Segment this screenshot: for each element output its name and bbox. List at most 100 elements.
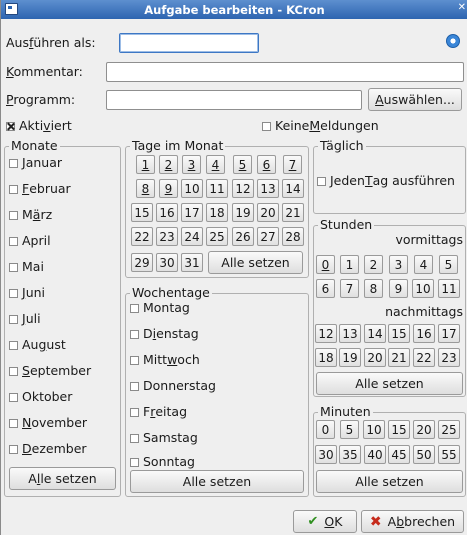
month-checkbox-september[interactable]: September bbox=[9, 363, 91, 378]
days-set-all-button[interactable]: Alle setzen bbox=[208, 251, 303, 274]
day-button[interactable]: 22 bbox=[131, 227, 153, 246]
cancel-button[interactable]: ✖ Ab brechen bbox=[361, 510, 464, 533]
day-button[interactable]: 7 bbox=[283, 155, 302, 174]
month-checkbox-august[interactable]: Au g ust bbox=[9, 337, 66, 352]
month-checkbox-october[interactable]: Oktober bbox=[9, 389, 72, 404]
hour-button[interactable]: 11 bbox=[438, 279, 460, 298]
hour-button[interactable]: 12 bbox=[315, 324, 337, 343]
browse-button[interactable]: Auswählen... bbox=[368, 88, 462, 111]
hour-button[interactable]: 19 bbox=[339, 348, 361, 367]
hours-set-all-button[interactable]: Alle setzen bbox=[316, 372, 463, 395]
day-button[interactable]: 18 bbox=[206, 203, 228, 222]
enabled-checkbox[interactable]: Akti v iert bbox=[6, 118, 72, 133]
day-button[interactable]: 19 bbox=[232, 203, 254, 222]
minute-button[interactable]: 30 bbox=[315, 445, 337, 464]
hour-button[interactable]: 3 bbox=[389, 255, 408, 274]
hour-button[interactable]: 1 bbox=[340, 255, 359, 274]
minute-button[interactable]: 15 bbox=[388, 420, 410, 439]
hour-button[interactable]: 2 bbox=[364, 255, 383, 274]
hour-button[interactable]: 15 bbox=[388, 324, 410, 343]
day-button[interactable]: 4 bbox=[206, 155, 225, 174]
minute-button[interactable]: 25 bbox=[438, 420, 460, 439]
day-button[interactable]: 21 bbox=[282, 203, 304, 222]
no-notifications-checkbox[interactable]: Keine Meldungen bbox=[262, 118, 379, 133]
hour-button[interactable]: 21 bbox=[388, 348, 410, 367]
program-input[interactable] bbox=[106, 90, 362, 110]
day-button[interactable]: 14 bbox=[282, 179, 304, 198]
hour-button[interactable]: 20 bbox=[364, 348, 386, 367]
weekday-checkbox-tuesday[interactable]: Di enstag bbox=[130, 326, 199, 341]
weekday-checkbox-wednesday[interactable]: Mitt w och bbox=[130, 352, 200, 367]
day-button[interactable]: 11 bbox=[206, 179, 228, 198]
day-button[interactable]: 20 bbox=[257, 203, 279, 222]
minute-button[interactable]: 40 bbox=[364, 445, 386, 464]
months-set-all-button[interactable]: Al le setzen bbox=[9, 467, 116, 490]
hour-button[interactable]: 0 bbox=[316, 255, 335, 274]
month-checkbox-may[interactable]: Mai bbox=[9, 259, 44, 274]
comment-input[interactable] bbox=[106, 62, 464, 82]
day-button[interactable]: 16 bbox=[156, 203, 178, 222]
minute-button[interactable]: 35 bbox=[339, 445, 361, 464]
month-checkbox-november[interactable]: November bbox=[9, 415, 87, 430]
help-icon[interactable] bbox=[446, 34, 460, 48]
hour-button[interactable]: 8 bbox=[364, 279, 383, 298]
month-checkbox-july[interactable]: Juli bbox=[9, 311, 41, 326]
hour-button[interactable]: 13 bbox=[339, 324, 361, 343]
day-button[interactable]: 8 bbox=[136, 179, 155, 198]
day-button[interactable]: 25 bbox=[206, 227, 228, 246]
day-button[interactable]: 6 bbox=[257, 155, 276, 174]
day-button[interactable]: 31 bbox=[181, 253, 203, 272]
weekday-checkbox-thursday[interactable]: Donnerstag bbox=[130, 378, 216, 393]
hour-button[interactable]: 10 bbox=[412, 279, 434, 298]
hour-button[interactable]: 14 bbox=[364, 324, 386, 343]
day-button[interactable]: 29 bbox=[131, 253, 153, 272]
day-button[interactable]: 10 bbox=[181, 179, 203, 198]
hour-button[interactable]: 5 bbox=[439, 255, 458, 274]
hour-button[interactable]: 22 bbox=[413, 348, 435, 367]
day-button[interactable]: 23 bbox=[156, 227, 178, 246]
day-button[interactable]: 9 bbox=[159, 179, 178, 198]
minutes-set-all-button[interactable]: Alle setzen bbox=[316, 470, 463, 493]
weekday-checkbox-sunday[interactable]: Sonntag bbox=[130, 454, 195, 469]
day-button[interactable]: 2 bbox=[159, 155, 178, 174]
hour-button[interactable]: 18 bbox=[315, 348, 337, 367]
minute-button[interactable]: 55 bbox=[438, 445, 460, 464]
minute-button[interactable]: 10 bbox=[363, 420, 385, 439]
day-button[interactable]: 1 bbox=[136, 155, 155, 174]
hour-button[interactable]: 7 bbox=[340, 279, 359, 298]
hour-button[interactable]: 16 bbox=[413, 324, 435, 343]
kcron-window-icon[interactable] bbox=[5, 3, 18, 15]
day-button[interactable]: 27 bbox=[257, 227, 279, 246]
minute-button[interactable]: 0 bbox=[316, 420, 335, 439]
day-button[interactable]: 26 bbox=[232, 227, 254, 246]
month-checkbox-april[interactable]: April bbox=[9, 233, 51, 248]
month-checkbox-june[interactable]: Juni bbox=[9, 285, 45, 300]
weekday-checkbox-saturday[interactable]: Samstag bbox=[130, 430, 198, 445]
every-day-checkbox[interactable]: Jeden Tag ausführen bbox=[317, 173, 455, 188]
day-button[interactable]: 12 bbox=[232, 179, 254, 198]
month-checkbox-february[interactable]: Februar bbox=[9, 181, 71, 196]
hour-button[interactable]: 17 bbox=[438, 324, 460, 343]
day-button[interactable]: 17 bbox=[181, 203, 203, 222]
close-icon[interactable]: ✕ bbox=[458, 2, 466, 13]
day-button[interactable]: 28 bbox=[282, 227, 304, 246]
day-button[interactable]: 13 bbox=[257, 179, 279, 198]
day-button[interactable]: 24 bbox=[181, 227, 203, 246]
weekday-checkbox-monday[interactable]: Montag bbox=[130, 300, 190, 315]
hour-button[interactable]: 6 bbox=[316, 279, 335, 298]
weekday-checkbox-friday[interactable]: Fr eitag bbox=[130, 404, 187, 419]
minute-button[interactable]: 45 bbox=[388, 445, 410, 464]
minute-button[interactable]: 50 bbox=[413, 445, 435, 464]
month-checkbox-december[interactable]: Dezember bbox=[9, 441, 87, 456]
title-bar[interactable]: Aufgabe bearbeiten - KCron ✕ bbox=[1, 0, 467, 19]
month-checkbox-january[interactable]: Januar bbox=[9, 155, 62, 170]
execute-as-input[interactable] bbox=[119, 33, 259, 53]
weekdays-set-all-button[interactable]: Alle setzen bbox=[130, 470, 304, 493]
hour-button[interactable]: 4 bbox=[414, 255, 433, 274]
minute-button[interactable]: 20 bbox=[413, 420, 435, 439]
ok-button[interactable]: ✔ O K bbox=[293, 510, 357, 533]
minute-button[interactable]: 5 bbox=[340, 420, 359, 439]
day-button[interactable]: 30 bbox=[156, 253, 178, 272]
month-checkbox-march[interactable]: Mä rz bbox=[9, 207, 52, 222]
day-button[interactable]: 15 bbox=[131, 203, 153, 222]
